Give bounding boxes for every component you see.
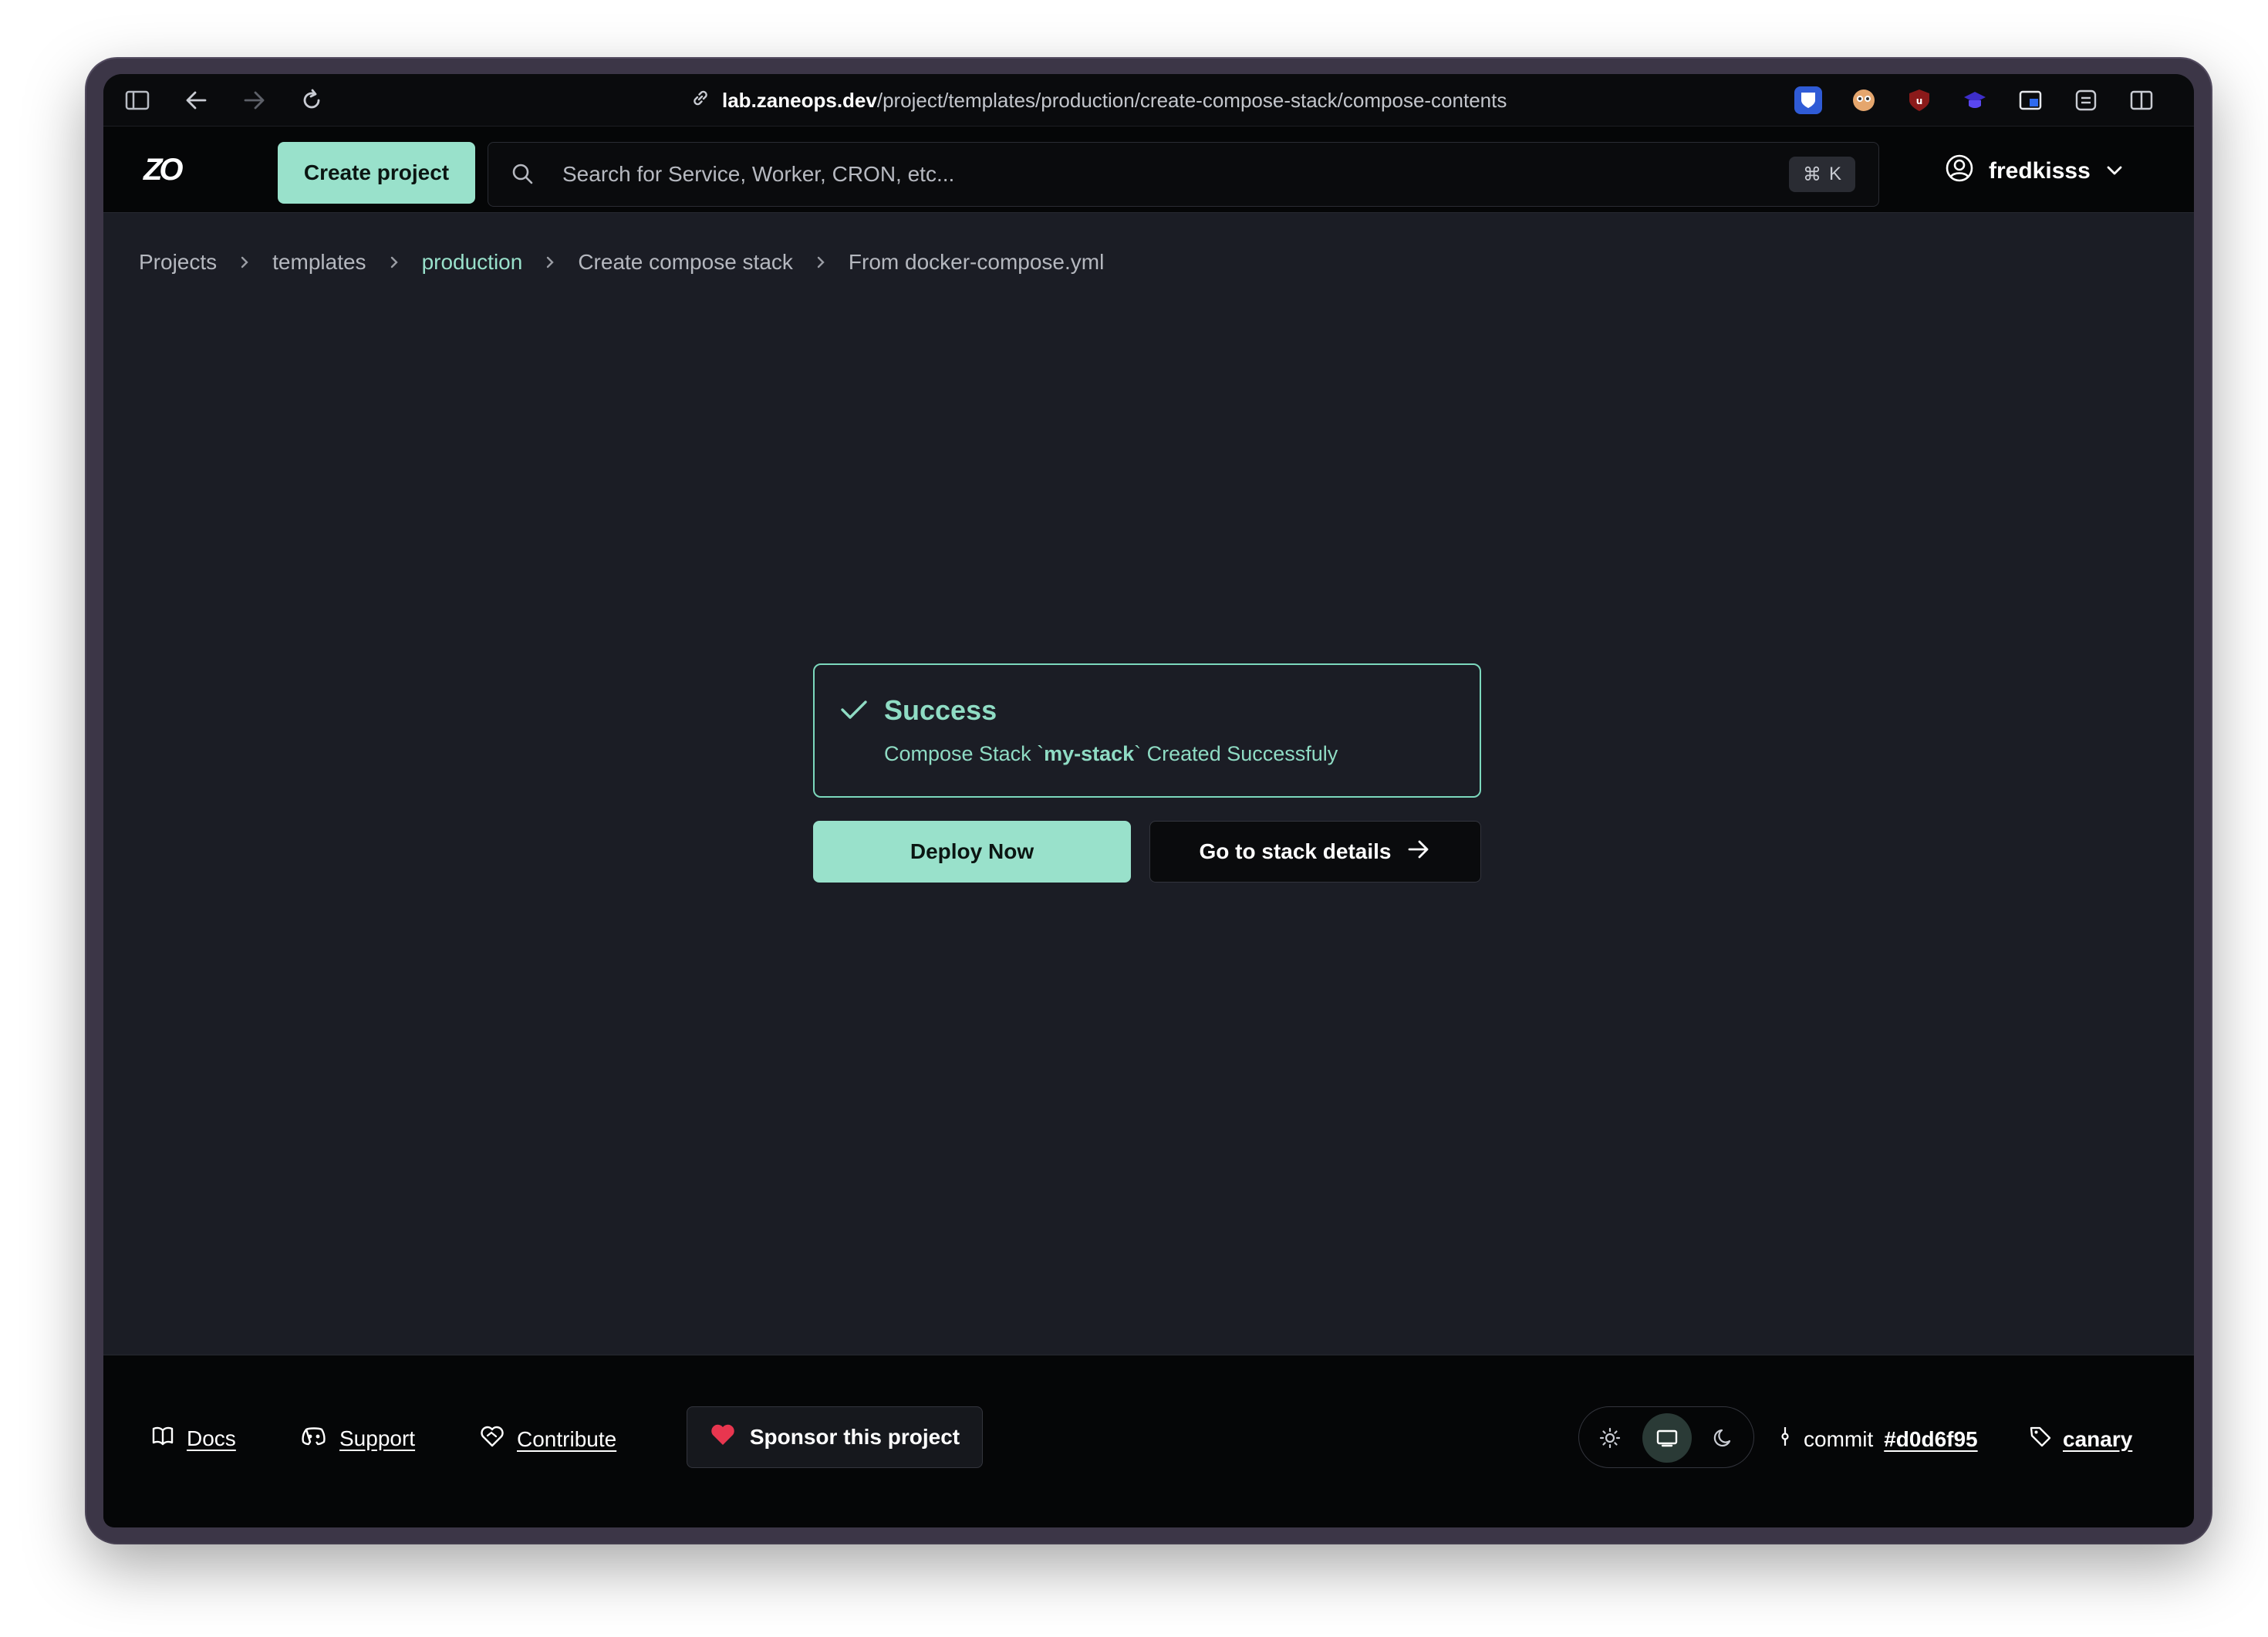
deploy-now-button[interactable]: Deploy Now: [813, 821, 1131, 883]
browser-window: lab.zaneops.dev/project/templates/produc…: [103, 74, 2194, 1527]
username: fredkisss: [1989, 158, 2091, 184]
go-to-stack-details-button[interactable]: Go to stack details: [1149, 821, 1481, 883]
app-header: ZO Create project ⌘ K fredkisss: [103, 127, 2194, 213]
release-channel[interactable]: canary: [2029, 1425, 2132, 1453]
browser-toolbar: lab.zaneops.dev/project/templates/produc…: [103, 74, 2194, 127]
channel-label: canary: [2063, 1426, 2133, 1451]
search-input[interactable]: [562, 157, 1720, 192]
heart-icon: [710, 1423, 736, 1452]
back-arrow-icon[interactable]: [181, 85, 211, 116]
breadcrumb-projects[interactable]: Projects: [139, 250, 217, 275]
bitwarden-extension-icon[interactable]: [1794, 86, 1822, 114]
commit-info: commit #d0d6f95: [1777, 1425, 1978, 1453]
arrow-right-icon: [1406, 839, 1431, 866]
contribute-link[interactable]: Contribute: [480, 1425, 616, 1453]
book-icon: [151, 1425, 174, 1452]
sun-icon[interactable]: [1585, 1413, 1635, 1463]
alert-title: Success: [884, 694, 997, 726]
sidebar-toggle-icon[interactable]: [122, 85, 153, 116]
url-path: /project/templates/production/create-com…: [876, 88, 1507, 112]
stack-name: my-stack: [1044, 742, 1135, 765]
heart-handshake-icon: [480, 1425, 505, 1453]
theme-switcher: [1578, 1406, 1754, 1468]
breadcrumb-production[interactable]: production: [422, 250, 523, 275]
chevron-down-icon: [2104, 158, 2125, 184]
success-alert: Success Compose Stack `my-stack` Created…: [813, 663, 1481, 798]
reload-icon[interactable]: [296, 85, 327, 116]
avatar-extension-icon[interactable]: [1850, 86, 1878, 114]
create-project-button[interactable]: Create project: [278, 142, 475, 204]
support-link[interactable]: Support: [301, 1425, 415, 1452]
sponsor-button[interactable]: Sponsor this project: [687, 1406, 983, 1468]
git-commit-icon: [1777, 1425, 1793, 1453]
commit-hash-link[interactable]: #d0d6f95: [1884, 1427, 1977, 1452]
commit-prefix: commit: [1804, 1426, 1874, 1451]
app-footer: Docs Support Contribute Sponsor this pro…: [103, 1355, 2194, 1527]
moon-icon[interactable]: [1699, 1413, 1749, 1463]
address-bar[interactable]: lab.zaneops.dev/project/templates/produc…: [690, 85, 1615, 116]
monitor-icon[interactable]: [1642, 1413, 1692, 1463]
svg-text:u: u: [1916, 96, 1923, 106]
forward-arrow-icon[interactable]: [239, 85, 270, 116]
link-icon: [690, 87, 711, 114]
breadcrumb-create-compose-stack[interactable]: Create compose stack: [578, 250, 793, 275]
details-label: Go to stack details: [1199, 839, 1392, 863]
tab-manager-extension-icon[interactable]: [2072, 86, 2100, 114]
search-icon: [510, 161, 536, 191]
chevron-right-icon: [815, 254, 827, 271]
ublock-extension-icon[interactable]: u: [1905, 86, 1933, 114]
breadcrumb-current: From docker-compose.yml: [848, 250, 1105, 274]
graduation-extension-icon[interactable]: [1961, 86, 1989, 114]
alert-description: Compose Stack `my-stack` Created Success…: [884, 742, 1338, 765]
check-icon: [839, 697, 869, 726]
tag-icon: [2029, 1425, 2052, 1453]
user-menu[interactable]: fredkisss: [1944, 150, 2125, 193]
search-bar[interactable]: ⌘ K: [488, 142, 1879, 207]
discord-icon: [301, 1425, 327, 1452]
url-host: lab.zaneops.dev: [722, 88, 877, 112]
chevron-right-icon: [388, 254, 400, 271]
docs-link[interactable]: Docs: [151, 1425, 236, 1452]
split-view-icon[interactable]: [2128, 86, 2155, 114]
chevron-right-icon: [544, 254, 556, 271]
chevron-right-icon: [238, 254, 251, 271]
zaneops-logo[interactable]: ZO: [143, 153, 184, 187]
breadcrumb-templates[interactable]: templates: [272, 250, 366, 275]
command-key-icon: ⌘: [1802, 164, 1821, 185]
shortcut-key: K: [1828, 164, 1841, 184]
window-extension-icon[interactable]: [2017, 86, 2044, 114]
user-circle-icon: [1944, 153, 1975, 190]
breadcrumb: Projects templates production Create com…: [139, 250, 1104, 275]
search-shortcut-badge: ⌘ K: [1789, 157, 1855, 192]
